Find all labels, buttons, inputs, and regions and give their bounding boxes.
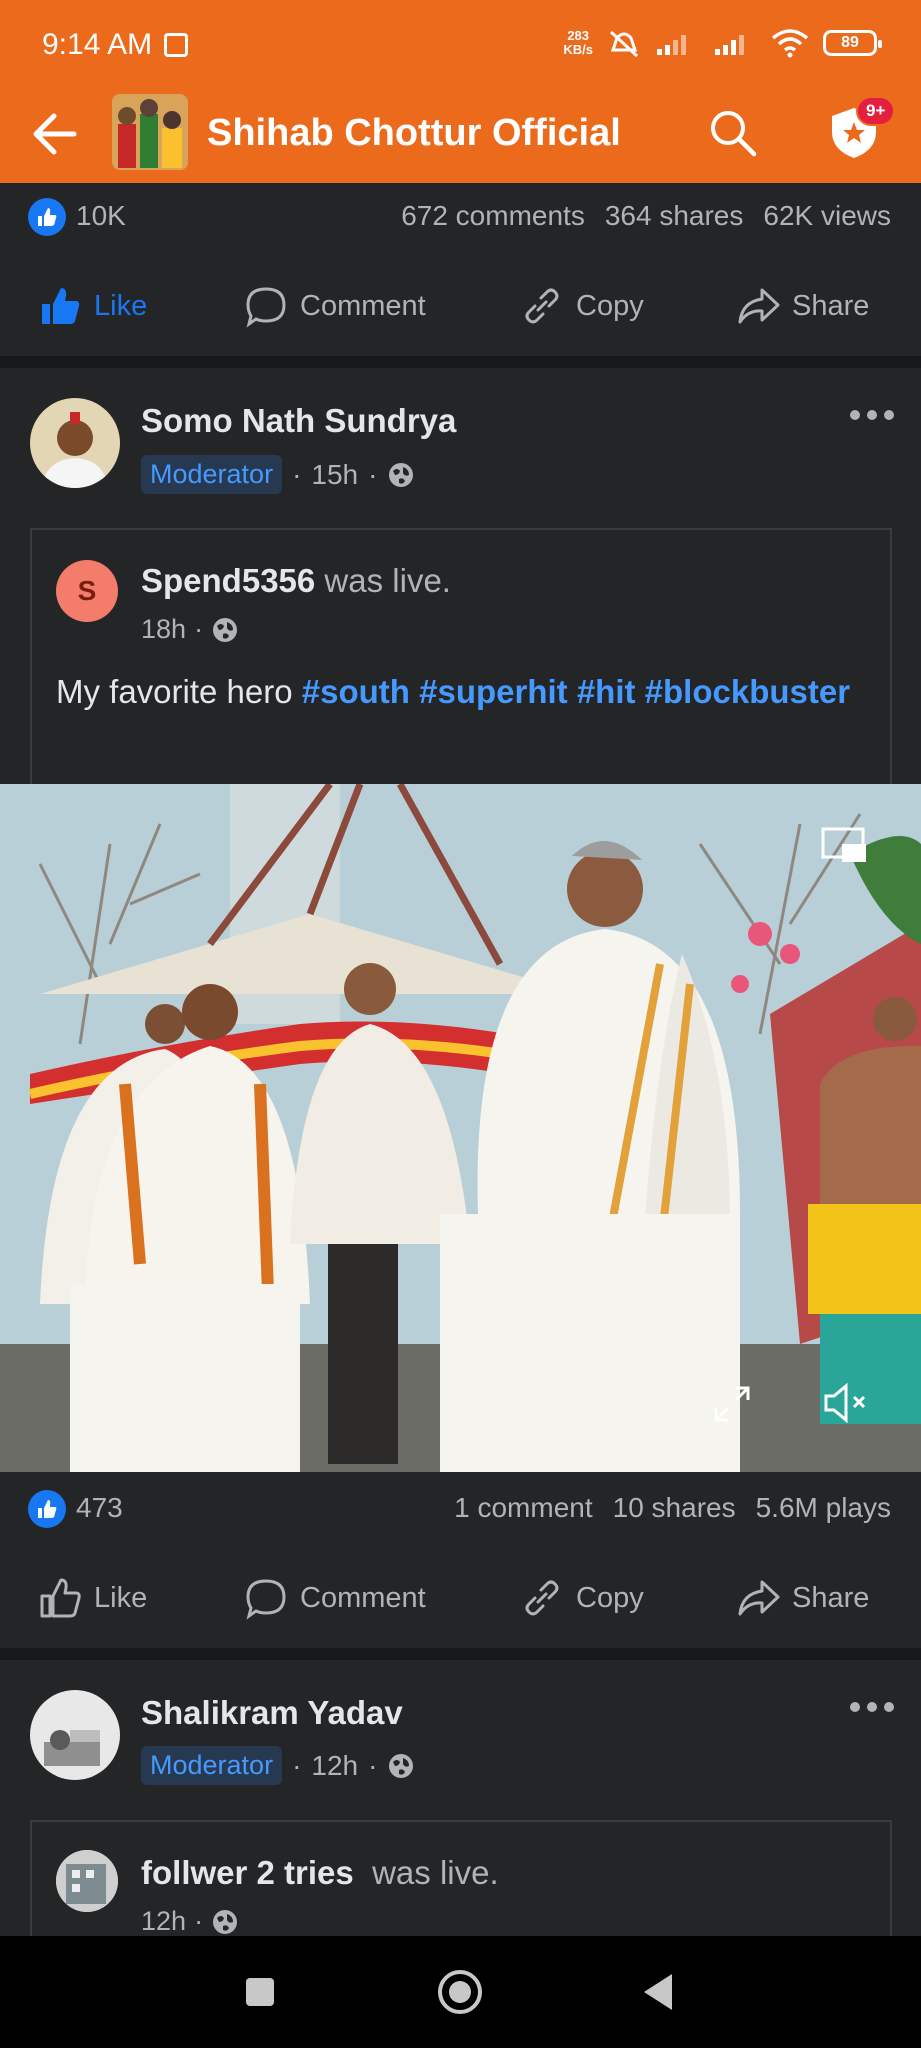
- clock-text: 9:14 AM: [42, 28, 153, 61]
- link-icon: [525, 288, 559, 324]
- post-divider: [0, 1648, 921, 1660]
- shared-meta: 12h ·: [141, 1906, 239, 1937]
- share-count[interactable]: 364 shares: [605, 200, 744, 232]
- shared-meta: 18h ·: [141, 614, 239, 645]
- post-actions: Like Comment Copy Share: [0, 1566, 921, 1630]
- hashtag[interactable]: #south: [302, 673, 410, 710]
- share-count[interactable]: 10 shares: [613, 1492, 736, 1524]
- group-title: Shihab Chottur Official: [207, 112, 621, 154]
- shared-live-card[interactable]: S Spend5356 was live. 18h ·: [30, 528, 892, 784]
- hashtag[interactable]: #blockbuster: [645, 673, 850, 710]
- more-options-icon[interactable]: [850, 1697, 898, 1717]
- back-icon[interactable]: [632, 1964, 688, 2020]
- moderator-badge: Moderator: [141, 455, 283, 494]
- like-button[interactable]: Like: [38, 274, 147, 338]
- post-meta: Moderator · 12h ·: [141, 1746, 415, 1785]
- globe-icon: [213, 1909, 238, 1934]
- recents-icon[interactable]: [232, 1964, 288, 2020]
- picture-in-picture-icon[interactable]: [820, 826, 870, 866]
- like-count[interactable]: 473: [76, 1492, 123, 1524]
- signal-icon-1: [657, 35, 686, 55]
- post-time[interactable]: 12h: [311, 1750, 358, 1782]
- shared-author-name[interactable]: follwer 2 tries: [141, 1854, 354, 1891]
- shared-title: Spend5356 was live.: [141, 562, 451, 599]
- shared-author-name[interactable]: Spend5356: [141, 562, 315, 599]
- like-filled-icon: [42, 288, 80, 324]
- comment-count[interactable]: 672 comments: [401, 200, 585, 232]
- like-outline-icon: [40, 1578, 81, 1618]
- author-avatar[interactable]: [30, 1690, 120, 1780]
- fullscreen-icon[interactable]: [710, 1382, 754, 1426]
- copy-button[interactable]: Copy: [520, 274, 644, 338]
- comment-icon: [246, 1579, 286, 1620]
- prev-post-stats: 10K 672 comments 364 shares 62K views: [0, 198, 921, 238]
- notification-badge: 9+: [856, 96, 896, 126]
- shared-author-avatar[interactable]: [56, 1850, 118, 1912]
- more-options-icon[interactable]: [850, 405, 898, 425]
- status-time: 9:14 AM: [42, 28, 189, 62]
- post-time[interactable]: 15h: [311, 459, 358, 491]
- post-caption: My favorite hero #south #superhit #hit #…: [56, 673, 851, 710]
- hashtag[interactable]: #hit: [577, 673, 636, 710]
- home-icon[interactable]: [432, 1964, 488, 2020]
- like-reaction-icon: [28, 198, 66, 236]
- moderator-badge: Moderator: [141, 1746, 283, 1785]
- shared-title: follwer 2 tries was live.: [141, 1854, 499, 1891]
- globe-icon: [213, 617, 238, 642]
- play-count: 5.6M plays: [755, 1492, 891, 1523]
- video-frame: [0, 784, 921, 1472]
- author-name[interactable]: Somo Nath Sundrya: [141, 402, 456, 440]
- copy-button[interactable]: Copy: [520, 1566, 644, 1630]
- muted-speaker-icon[interactable]: [822, 1380, 872, 1426]
- mute-icon: [609, 30, 639, 58]
- hashtag[interactable]: #superhit: [419, 673, 568, 710]
- post-divider: [0, 356, 921, 368]
- share-arrow-icon: [738, 288, 780, 324]
- shared-author-avatar[interactable]: S: [56, 560, 118, 622]
- view-count: 62K views: [763, 200, 891, 231]
- like-button[interactable]: Like: [38, 1566, 147, 1630]
- post-meta: Moderator · 15h ·: [141, 455, 415, 494]
- signal-icon-2: [715, 35, 744, 55]
- like-count[interactable]: 10K: [76, 200, 126, 232]
- battery-icon: 89: [823, 30, 882, 56]
- share-button[interactable]: Share: [736, 274, 869, 338]
- like-reaction-icon: [28, 1490, 66, 1528]
- share-button[interactable]: Share: [736, 1566, 869, 1630]
- share-arrow-icon: [738, 1580, 780, 1616]
- group-avatar[interactable]: [112, 94, 188, 170]
- link-icon: [525, 1580, 559, 1616]
- net-speed: 283 KB/s: [563, 28, 593, 57]
- back-arrow-icon[interactable]: [28, 106, 84, 162]
- notification-status-icon: [164, 33, 189, 57]
- globe-icon: [389, 1753, 414, 1778]
- post-stats: 473 1 comment 10 shares 5.6M plays: [0, 1490, 921, 1530]
- comment-button[interactable]: Comment: [244, 274, 426, 338]
- comment-icon: [246, 287, 286, 328]
- wifi-icon: [771, 29, 809, 58]
- status-indicators: 283 KB/s 89: [563, 28, 882, 58]
- search-icon[interactable]: [706, 106, 760, 160]
- author-avatar[interactable]: [30, 398, 120, 488]
- prev-post-actions: Like Comment Copy Share: [0, 274, 921, 338]
- author-name[interactable]: Shalikram Yadav: [141, 1694, 403, 1732]
- system-nav-bar: [0, 1936, 921, 2048]
- globe-icon: [389, 462, 414, 487]
- shared-live-card[interactable]: follwer 2 tries was live. 12h ·: [30, 1820, 892, 1936]
- top-bar: 9:14 AM 283 KB/s 89 Shihab Chottur Offic…: [0, 0, 921, 183]
- comment-count[interactable]: 1 comment: [454, 1492, 593, 1524]
- video-player[interactable]: [0, 784, 921, 1472]
- comment-button[interactable]: Comment: [244, 1566, 426, 1630]
